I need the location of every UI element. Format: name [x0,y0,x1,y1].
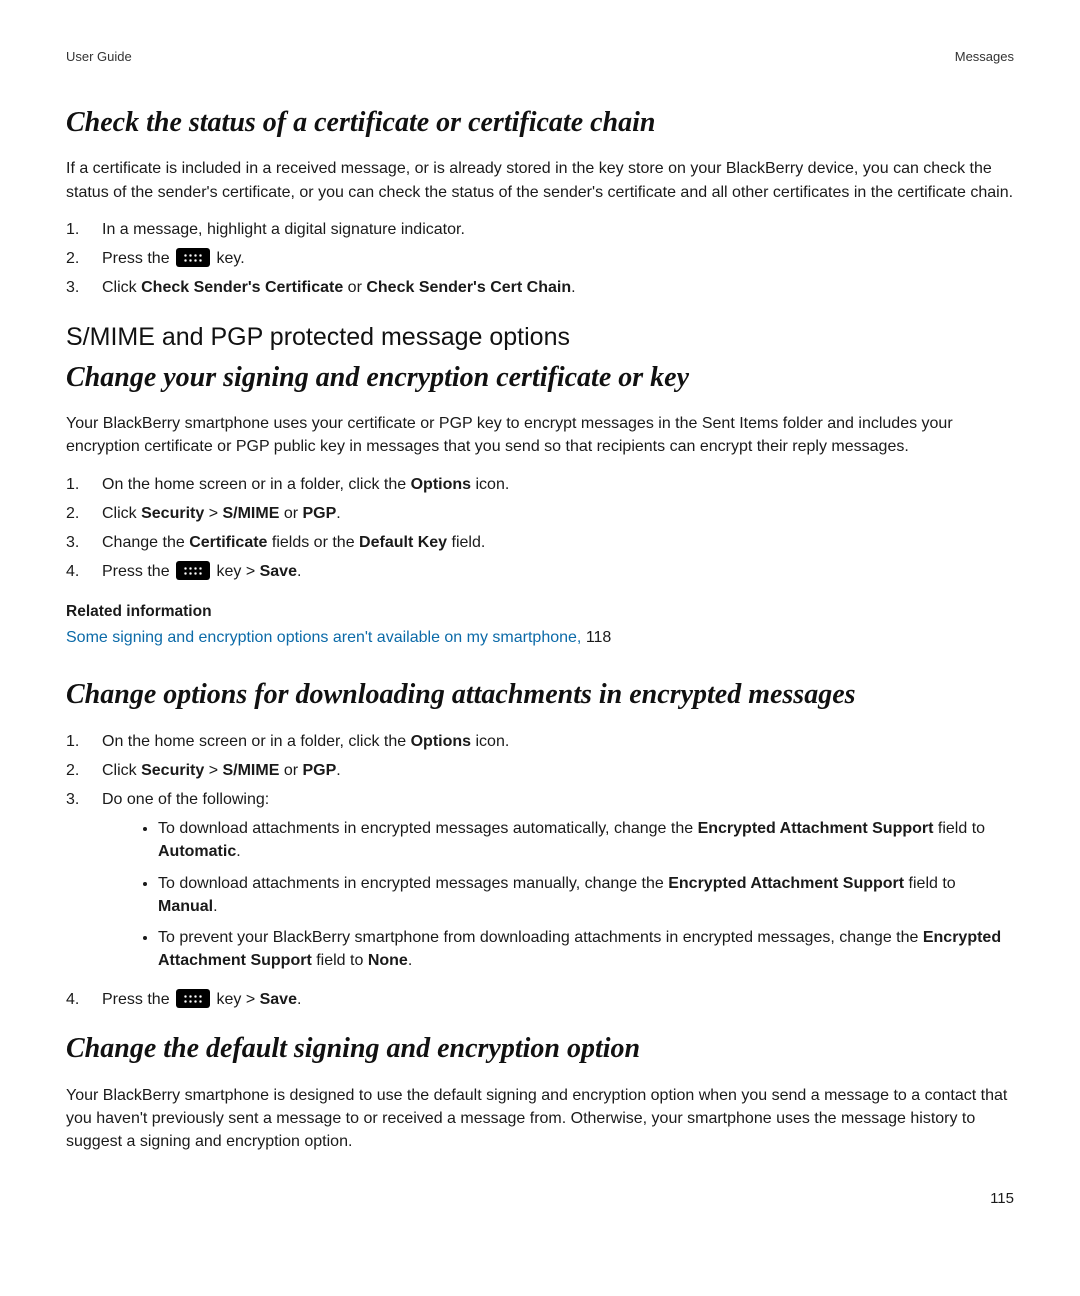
list-item: 4. Press the key > Save. [66,560,1014,583]
step-number: 3. [66,531,102,554]
heading-change-default-option: Change the default signing and encryptio… [66,1029,1014,1070]
step-text: On the home screen or in a folder, click… [102,730,1014,753]
step-text: Click Check Sender's Certificate or Chec… [102,276,1014,299]
step-text: Click Security > S/MIME or PGP. [102,502,1014,525]
step-number: 1. [66,730,102,753]
list-item: 2. Click Security > S/MIME or PGP. [66,502,1014,525]
step-number: 1. [66,473,102,496]
list-item: 4. Press the key > Save. [66,988,1014,1011]
step-text: Click Security > S/MIME or PGP. [102,759,1014,782]
step-number: 4. [66,560,102,583]
step-number: 2. [66,247,102,270]
list-item: To prevent your BlackBerry smartphone fr… [158,926,1014,972]
list-item: 1. On the home screen or in a folder, cl… [66,730,1014,753]
steps-change-signing-cert: 1. On the home screen or in a folder, cl… [66,473,1014,584]
list-item: 3. Click Check Sender's Certificate or C… [66,276,1014,299]
list-item: 1. On the home screen or in a folder, cl… [66,473,1014,496]
step-number: 2. [66,502,102,525]
step-number: 2. [66,759,102,782]
related-page-ref: 118 [586,629,612,646]
step-text: On the home screen or in a folder, click… [102,473,1014,496]
step-text: Do one of the following: To download att… [102,788,1014,982]
list-item: 3. Do one of the following: To download … [66,788,1014,982]
intro-change-default-option: Your BlackBerry smartphone is designed t… [66,1084,1014,1154]
step-text: Press the key > Save. [102,560,1014,583]
list-item: To download attachments in encrypted mes… [158,817,1014,863]
related-information-heading: Related information [66,601,1014,623]
blackberry-key-icon [176,561,210,580]
step-text: Change the Certificate fields or the Def… [102,531,1014,554]
list-item: 1. In a message, highlight a digital sig… [66,218,1014,241]
heading-change-download-options: Change options for downloading attachmen… [66,675,1014,716]
steps-check-status: 1. In a message, highlight a digital sig… [66,218,1014,300]
list-item: To download attachments in encrypted mes… [158,872,1014,918]
step-text: In a message, highlight a digital signat… [102,218,1014,241]
header-left: User Guide [66,48,132,67]
page-number: 115 [66,1188,1014,1210]
step-number: 4. [66,988,102,1011]
page-header: User Guide Messages [66,48,1014,67]
steps-change-download-options: 1. On the home screen or in a folder, cl… [66,730,1014,1012]
blackberry-key-icon [176,989,210,1008]
heading-smime-pgp-options: S/MIME and PGP protected message options [66,319,1014,355]
intro-check-status: If a certificate is included in a receiv… [66,157,1014,203]
step-text: Press the key > Save. [102,988,1014,1011]
step-number: 3. [66,276,102,299]
intro-change-signing-cert: Your BlackBerry smartphone uses your cer… [66,412,1014,458]
step-text: Press the key. [102,247,1014,270]
heading-check-status: Check the status of a certificate or cer… [66,103,1014,144]
sub-bullets: To download attachments in encrypted mes… [102,817,1014,972]
header-right: Messages [955,48,1014,67]
list-item: 2. Press the key. [66,247,1014,270]
step-number: 3. [66,788,102,811]
heading-change-signing-cert: Change your signing and encryption certi… [66,358,1014,399]
list-item: 2. Click Security > S/MIME or PGP. [66,759,1014,782]
blackberry-key-icon [176,248,210,267]
related-link-line: Some signing and encryption options aren… [66,626,1014,649]
list-item: 3. Change the Certificate fields or the … [66,531,1014,554]
related-link[interactable]: Some signing and encryption options aren… [66,629,586,646]
step-number: 1. [66,218,102,241]
